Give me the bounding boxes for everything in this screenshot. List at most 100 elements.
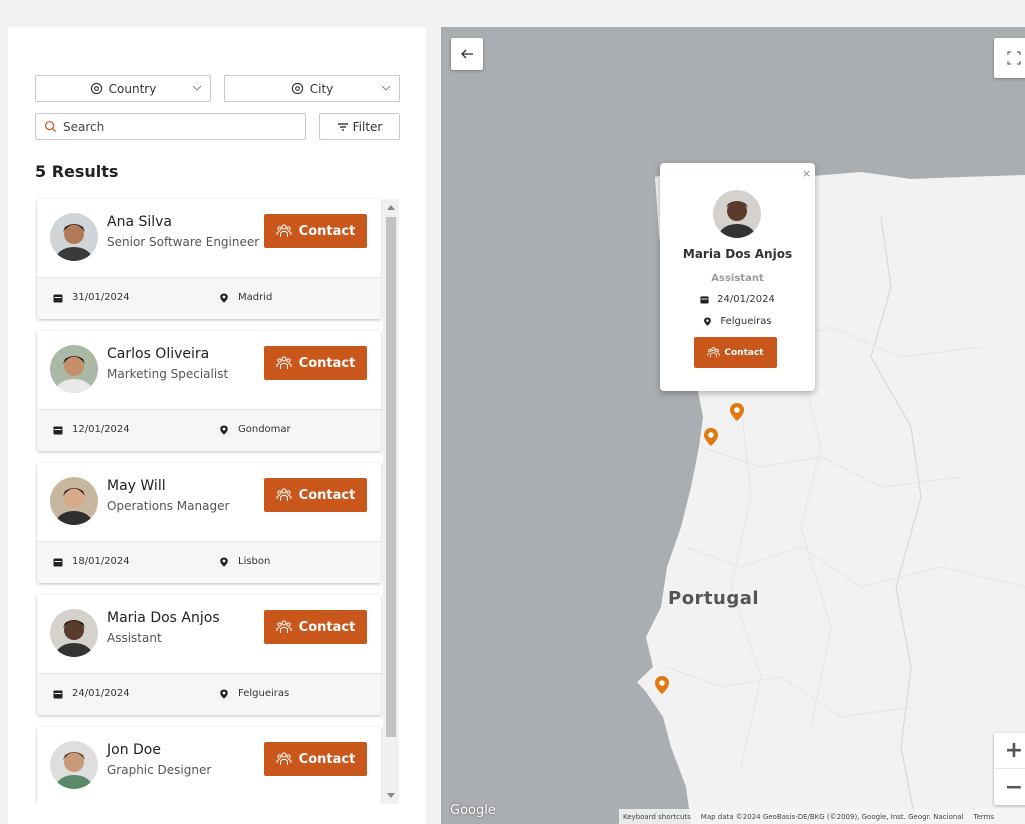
- map-pin-icon: [220, 425, 228, 435]
- card-location: Madrid: [219, 292, 272, 303]
- card-header: Jon Doe Graphic Designer Contact: [37, 727, 381, 803]
- calendar-icon: [700, 296, 709, 304]
- group-icon: [276, 752, 292, 765]
- contact-button-label: Contact: [298, 487, 356, 503]
- calendar-icon: [53, 426, 63, 434]
- location-pin-icon: [90, 82, 102, 95]
- map-attribution: Keyboard shortcuts Map data ©2024 GeoBas…: [619, 809, 1025, 824]
- location-pin-icon: [291, 82, 303, 95]
- fullscreen-icon: [1007, 51, 1021, 65]
- google-logo: Google: [450, 803, 496, 818]
- results-panel: Country City Search Filter 5 Results Ana…: [8, 27, 426, 824]
- avatar: [50, 609, 98, 657]
- card-header: Carlos Oliveira Marketing Specialist Conta…: [37, 331, 381, 409]
- avatar: [50, 213, 98, 261]
- scroll-down-arrow[interactable]: [387, 793, 395, 798]
- contact-button-label: Contact: [298, 619, 356, 635]
- map-pin-icon: [220, 293, 228, 303]
- country-dropdown-label: Country: [108, 81, 157, 96]
- card-location-text: Felgueiras: [238, 688, 290, 699]
- person-role: Graphic Designer: [107, 763, 212, 777]
- map-info-popup: × Maria Dos Anjos Assistant 24/01/2024 F…: [660, 163, 815, 391]
- person-role: Operations Manager: [107, 499, 230, 513]
- search-input[interactable]: Search: [35, 113, 306, 140]
- popup-role: Assistant: [711, 273, 764, 284]
- map-marker[interactable]: [729, 402, 745, 422]
- result-card: Carlos Oliveira Marketing Specialist Conta…: [37, 331, 381, 451]
- group-icon: [276, 224, 292, 237]
- group-icon: [276, 356, 292, 369]
- result-card: Ana Silva Senior Software Engineer Contact…: [37, 199, 381, 319]
- group-icon: [276, 620, 292, 633]
- card-header: Ana Silva Senior Software Engineer Contact: [37, 199, 381, 277]
- popup-name: Maria Dos Anjos: [682, 247, 793, 261]
- close-icon[interactable]: ×: [802, 167, 811, 180]
- avatar: [50, 477, 98, 525]
- person-role: Senior Software Engineer: [107, 235, 260, 249]
- card-location: Lisbon: [219, 556, 270, 567]
- search-placeholder: Search: [63, 119, 105, 134]
- card-date: 24/01/2024: [53, 688, 130, 699]
- map-pin-icon: [704, 317, 712, 326]
- contact-button-label: Contact: [298, 355, 356, 371]
- chevron-down-icon: [381, 85, 391, 91]
- results-list[interactable]: Ana Silva Senior Software Engineer Contact…: [35, 198, 399, 803]
- contact-button[interactable]: Contact: [264, 214, 367, 248]
- group-icon: [276, 488, 292, 501]
- popup-contact-label: Contact: [724, 347, 764, 358]
- country-dropdown[interactable]: Country: [35, 75, 211, 102]
- contact-button[interactable]: Contact: [264, 742, 367, 776]
- scroll-thumb[interactable]: [386, 217, 396, 737]
- results-count-heading: 5 Results: [35, 162, 119, 181]
- avatar: [713, 190, 761, 238]
- card-date: 31/01/2024: [53, 292, 130, 303]
- calendar-icon: [53, 690, 63, 698]
- city-dropdown[interactable]: City: [224, 75, 400, 102]
- contact-button-label: Contact: [298, 223, 356, 239]
- card-location-text: Madrid: [238, 292, 273, 303]
- keyboard-shortcuts-link[interactable]: Keyboard shortcuts: [623, 813, 691, 821]
- card-date-text: 18/01/2024: [72, 556, 130, 567]
- map-country-label: Portugal: [668, 588, 760, 609]
- map-marker[interactable]: [703, 427, 719, 447]
- zoom-in-button[interactable]: +: [994, 733, 1025, 769]
- card-footer: 18/01/2024 Lisbon: [37, 541, 381, 583]
- zoom-out-button[interactable]: −: [994, 769, 1025, 805]
- contact-button[interactable]: Contact: [264, 478, 367, 512]
- scroll-up-arrow[interactable]: [387, 205, 395, 210]
- zoom-controls: + −: [994, 733, 1025, 805]
- contact-button[interactable]: Contact: [264, 610, 367, 644]
- popup-date-text: 24/01/2024: [717, 294, 775, 305]
- result-card: Maria Dos Anjos Assistant Contact 24/01/202…: [37, 595, 381, 715]
- map-land-area: [637, 167, 1025, 824]
- card-footer: 24/01/2024 Felgueiras: [37, 673, 381, 715]
- person-name: Carlos Oliveira: [107, 346, 210, 362]
- card-location: Felgueiras: [219, 688, 289, 699]
- card-header: May Will Operations Manager Contact: [37, 463, 381, 541]
- terms-link[interactable]: Terms: [974, 813, 995, 821]
- result-card: May Will Operations Manager Contact 18/01/2…: [37, 463, 381, 583]
- card-date: 18/01/2024: [53, 556, 130, 567]
- arrow-left-icon: [461, 49, 473, 59]
- filter-button-label: Filter: [352, 119, 383, 134]
- map-view[interactable]: Portugal × Maria Dos Anjos Assistant 24/…: [441, 27, 1025, 824]
- popup-contact-button[interactable]: Contact: [694, 337, 777, 368]
- card-date-text: 12/01/2024: [72, 424, 130, 435]
- chevron-down-icon: [192, 85, 202, 91]
- back-button[interactable]: [451, 38, 483, 70]
- card-location-text: Gondomar: [238, 424, 291, 435]
- card-header: Maria Dos Anjos Assistant Contact: [37, 595, 381, 673]
- map-pin-icon: [220, 557, 228, 567]
- filter-button[interactable]: Filter: [319, 113, 400, 140]
- person-name: Maria Dos Anjos: [107, 610, 220, 626]
- contact-button[interactable]: Contact: [264, 346, 367, 380]
- person-role: Marketing Specialist: [107, 367, 229, 381]
- fullscreen-button[interactable]: [994, 38, 1025, 78]
- calendar-icon: [53, 294, 63, 302]
- card-date-text: 31/01/2024: [72, 292, 130, 303]
- avatar: [50, 345, 98, 393]
- results-scrollbar[interactable]: [383, 199, 399, 804]
- person-name: Ana Silva: [107, 214, 173, 230]
- map-marker[interactable]: [654, 675, 670, 695]
- person-name: Jon Doe: [107, 742, 161, 758]
